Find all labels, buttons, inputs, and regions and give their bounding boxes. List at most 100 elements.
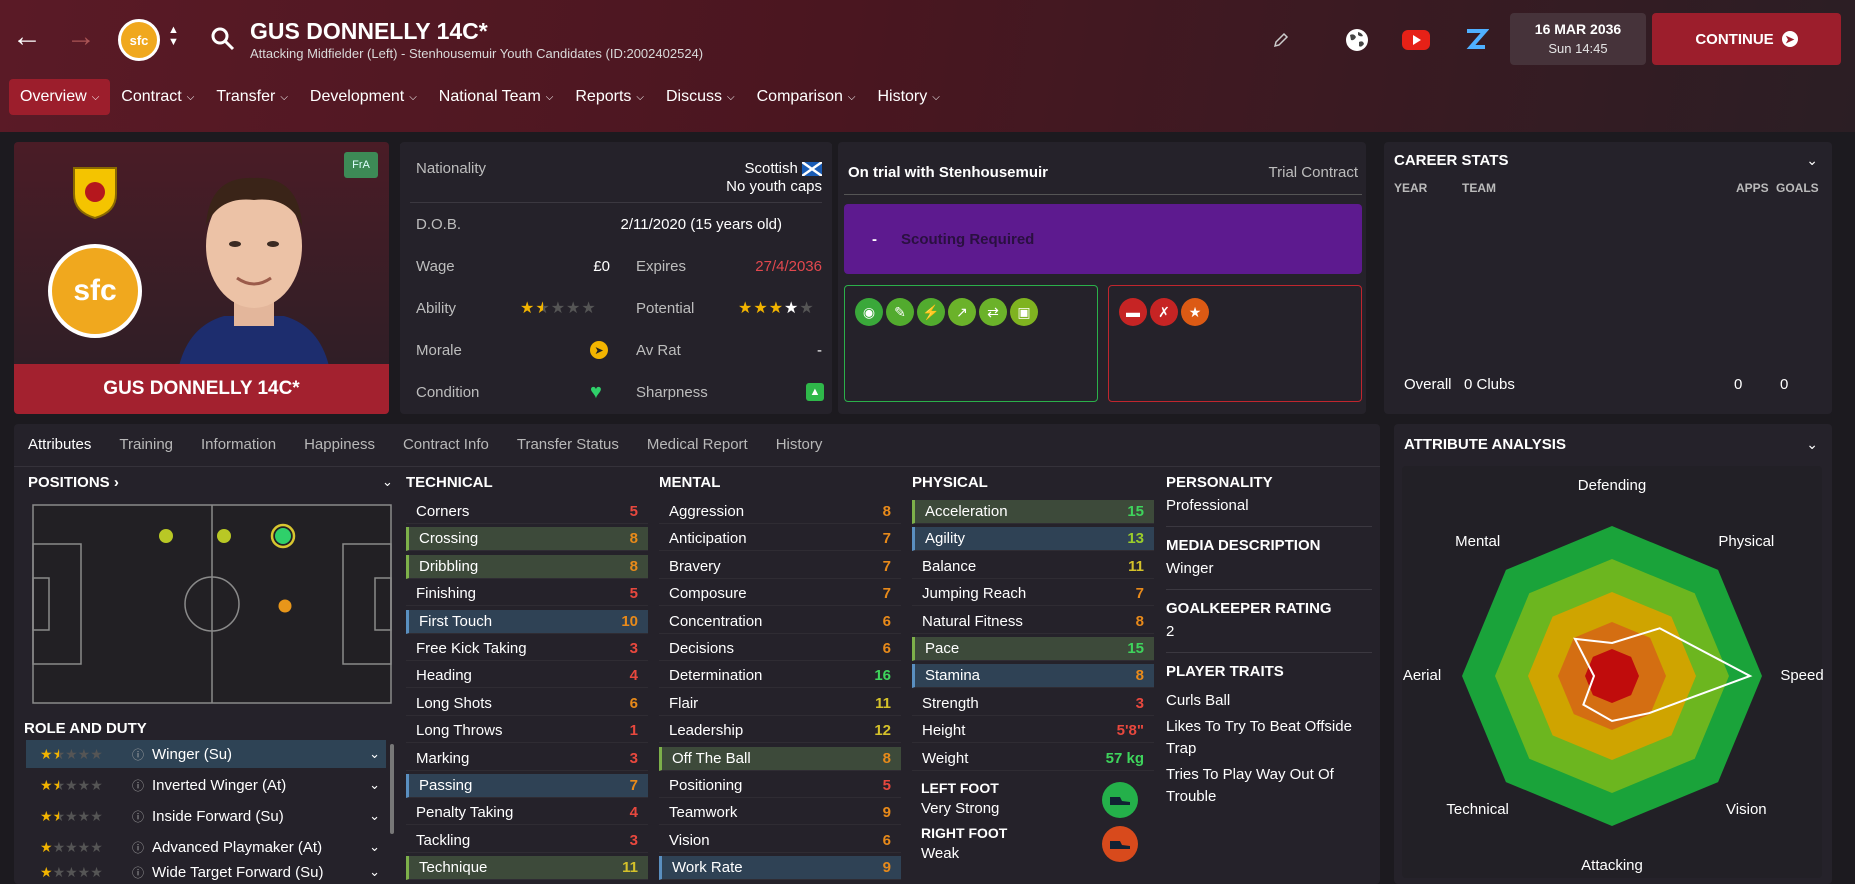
attribute-row[interactable]: Positioning 5 [659,774,901,798]
tab-overview[interactable]: Overview ⌵ [9,79,111,115]
dumbbell-icon[interactable]: ▬ [1119,298,1147,326]
chevron-down-icon[interactable]: ⌄ [369,777,380,793]
attribute-row[interactable]: Penalty Taking 4 [406,801,648,826]
position-dot[interactable] [278,599,292,613]
attribute-row[interactable]: Acceleration 15 [912,500,1154,524]
boot-icon[interactable]: ✎ [886,298,914,326]
zebra-logo-icon[interactable] [1459,23,1493,57]
globe-icon[interactable] [1340,23,1374,57]
attribute-row[interactable]: Bravery 7 [659,555,901,579]
attribute-row[interactable]: Concentration 6 [659,610,901,634]
nationality-value-wrap[interactable]: Scottish [662,160,823,178]
roles-scrollbar[interactable] [390,744,394,834]
tab-development[interactable]: Development ⌵ [299,79,428,115]
attribute-row[interactable]: Crossing 8 [406,527,648,552]
role-row[interactable]: ★★★★★ ⓘ Inverted Winger (At) ⌄ [26,771,386,799]
subtab-training[interactable]: Training [119,436,173,453]
attribute-row[interactable]: Technique 11 [406,856,648,881]
attribute-row[interactable]: Decisions 6 [659,637,901,661]
position-dot-natural[interactable] [275,528,291,544]
attribute-row[interactable]: Height 5'8" [912,719,1154,744]
info-icon[interactable]: ⓘ [132,864,144,881]
attribute-row[interactable]: Pace 15 [912,637,1154,661]
position-dot[interactable] [159,529,173,543]
attribute-row[interactable]: Vision 6 [659,829,901,853]
role-row[interactable]: ★★★★★ ⓘ Winger (Su) ⌄ [26,740,386,768]
info-icon[interactable]: ⓘ [132,808,144,825]
attribute-row[interactable]: Long Throws 1 [406,719,648,744]
chevron-down-icon[interactable]: ⌄ [369,864,380,880]
info-icon[interactable]: ⓘ [132,839,144,856]
role-row[interactable]: ★★★★★ ⓘ Inside Forward (Su) ⌄ [26,802,386,830]
subtab-medical-report[interactable]: Medical Report [647,436,748,453]
scouting-required-banner[interactable]: - Scouting Required [844,204,1362,274]
attribute-row[interactable]: Long Shots 6 [406,692,648,716]
attribute-row[interactable]: First Touch 10 [406,609,648,634]
attribute-row[interactable]: Natural Fitness 8 [912,610,1154,634]
subtab-happiness[interactable]: Happiness [304,436,375,453]
back-arrow-icon[interactable]: ← [12,22,42,52]
player-switch-chevrons-icon[interactable]: ▲ ▼ [168,24,179,48]
attribute-row[interactable]: Agility 13 [912,527,1154,552]
chevron-down-icon[interactable]: ⌄ [369,839,380,855]
positions-title[interactable]: POSITIONS › [28,474,119,491]
attribute-row[interactable]: Free Kick Taking 3 [406,637,648,661]
attribute-row[interactable]: Marking 3 [406,747,648,771]
boot-icon[interactable]: ⚡ [917,298,945,326]
tab-comparison[interactable]: Comparison ⌵ [746,79,867,115]
attribute-row[interactable]: Balance 11 [912,555,1154,579]
attribute-row[interactable]: Stamina 8 [912,664,1154,689]
attribute-row[interactable]: Flair 11 [659,692,901,716]
injury-icon[interactable]: ✗ [1150,298,1178,326]
tab-transfer[interactable]: Transfer ⌵ [205,79,299,115]
sharpness-thumb-icon[interactable]: ▲ [806,383,824,401]
edit-pencil-icon[interactable] [1264,23,1298,57]
subtab-information[interactable]: Information [201,436,276,453]
trend-icon[interactable]: ↗ [948,298,976,326]
tab-discuss[interactable]: Discuss ⌵ [655,79,746,115]
attribute-row[interactable]: Passing 7 [406,774,648,798]
attribute-row[interactable]: Teamwork 9 [659,801,901,826]
chevron-down-icon[interactable]: ⌄ [369,808,380,824]
chevron-down-icon[interactable]: ⌄ [1806,436,1818,453]
role-row[interactable]: ★★★★★ ⓘ Wide Target Forward (Su) ⌄ [26,864,386,884]
morale-icon[interactable]: ➤ [590,341,608,359]
tab-reports[interactable]: Reports ⌵ [564,79,655,115]
attribute-row[interactable]: Work Rate 9 [659,856,901,881]
attribute-row[interactable]: Composure 7 [659,582,901,607]
brain-icon[interactable]: ◉ [855,298,883,326]
attribute-row[interactable]: Aggression 8 [659,500,901,524]
info-icon[interactable]: ⓘ [132,746,144,763]
attribute-row[interactable]: Leadership 12 [659,719,901,744]
chevron-down-icon[interactable]: ⌄ [369,746,380,762]
tab-national-team[interactable]: National Team ⌵ [428,79,565,115]
pitch-icon[interactable]: ▣ [1010,298,1038,326]
attribute-row[interactable]: Strength 3 [912,692,1154,716]
attribute-row[interactable]: Heading 4 [406,664,648,689]
arrows-icon[interactable]: ⇄ [979,298,1007,326]
info-icon[interactable]: ⓘ [132,777,144,794]
subtab-contract-info[interactable]: Contract Info [403,436,489,453]
search-icon[interactable] [210,26,236,57]
continue-button[interactable]: CONTINUE ➤ [1652,13,1841,65]
condition-heart-icon[interactable]: ♥ [590,381,602,404]
position-dot[interactable] [217,529,231,543]
attribute-row[interactable]: Jumping Reach 7 [912,582,1154,607]
attribute-row[interactable]: Off The Ball 8 [659,746,901,771]
attribute-row[interactable]: Tackling 3 [406,829,648,853]
subtab-transfer-status[interactable]: Transfer Status [517,436,619,453]
club-badge[interactable]: sfc [118,19,160,61]
chevron-down-icon[interactable]: ⌄ [382,474,393,490]
youtube-icon[interactable] [1399,23,1433,57]
attribute-row[interactable]: Corners 5 [406,500,648,524]
attribute-row[interactable]: Anticipation 7 [659,527,901,552]
attribute-row[interactable]: Determination 16 [659,664,901,689]
attribute-row[interactable]: Weight 57 kg [912,747,1154,771]
attribute-row[interactable]: Dribbling 8 [406,554,648,579]
tab-history[interactable]: History ⌵ [866,79,950,115]
chevron-down-icon[interactable]: ⌄ [1806,152,1818,169]
forward-arrow-icon[interactable]: → [66,22,96,52]
tab-contract[interactable]: Contract ⌵ [110,79,205,115]
subtab-history[interactable]: History [776,436,823,453]
subtab-attributes[interactable]: Attributes [28,436,91,453]
